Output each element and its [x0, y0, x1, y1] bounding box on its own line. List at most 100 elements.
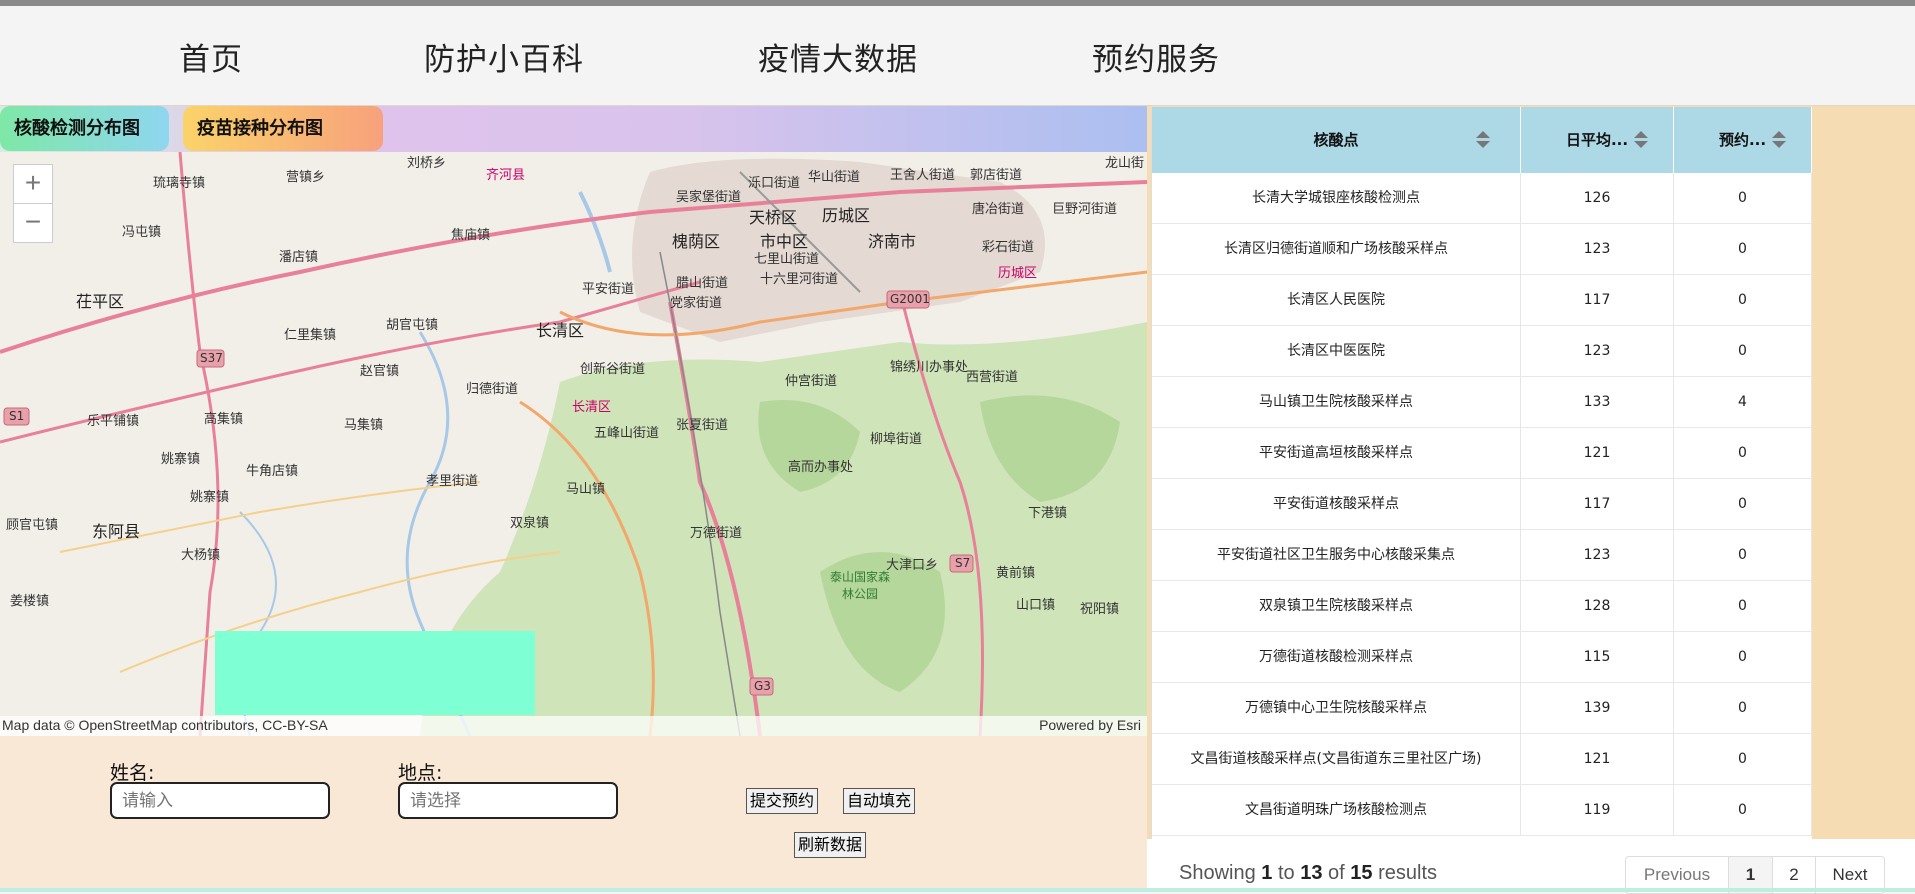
daily-average-cell: 128: [1521, 581, 1674, 632]
table-row[interactable]: 文昌街道核酸采样点(文昌街道东三里社区广场) 121 0: [1152, 734, 1812, 785]
table-row[interactable]: 万德镇中心卫生院核酸采样点 139 0: [1152, 683, 1812, 734]
table-row[interactable]: 平安街道核酸采样点 117 0: [1152, 479, 1812, 530]
map-label: 天桥区: [749, 208, 798, 227]
map-label: 泺口街道: [748, 176, 801, 191]
place-select[interactable]: [398, 782, 618, 819]
column-header-label: 日平均...: [1565, 131, 1629, 149]
map-label: 仲宫街道: [785, 374, 838, 389]
table-row[interactable]: 马山镇卫生院核酸采样点 133 4: [1152, 377, 1812, 428]
site-name-cell: 长清区人民医院: [1152, 275, 1521, 326]
map-label: 赵官镇: [360, 364, 400, 379]
daily-average-cell: 133: [1521, 377, 1674, 428]
map-label: 济南市: [868, 232, 917, 251]
zoom-out-button[interactable]: −: [13, 203, 53, 243]
table-row[interactable]: 长清区归德街道顺和广场核酸采样点 123 0: [1152, 224, 1812, 275]
submit-appointment-button[interactable]: 提交预约: [746, 788, 819, 814]
table-row[interactable]: 双泉镇卫生院核酸采样点 128 0: [1152, 581, 1812, 632]
table-row[interactable]: 文昌街道明珠广场核酸检测点 119 0: [1152, 785, 1812, 836]
place-label: 地点:: [398, 762, 443, 784]
name-input[interactable]: [110, 782, 330, 819]
map-label: 仁里集镇: [284, 328, 337, 343]
site-name-cell: 文昌街道明珠广场核酸检测点: [1152, 785, 1521, 836]
name-label: 姓名:: [110, 762, 155, 784]
map-label: 唐冶街道: [972, 202, 1025, 217]
map-label: 齐河县: [486, 168, 526, 183]
site-name-cell: 平安街道高垣核酸采样点: [1152, 428, 1521, 479]
column-header-site[interactable]: 核酸点: [1152, 107, 1521, 173]
table-row[interactable]: 长清区中医医院 123 0: [1152, 326, 1812, 377]
map-label: 西营街道: [966, 370, 1019, 385]
left-panel: 核酸检测分布图 疫苗接种分布图 + − 刘桥乡 齐河县 龙山街 琉璃寺镇 营镇乡…: [0, 106, 1147, 892]
map-label: 党家街道: [670, 296, 723, 311]
map-label: 双泉镇: [510, 516, 550, 531]
map-tab-strip: 核酸检测分布图 疫苗接种分布图: [0, 106, 1147, 152]
map-label: 姜楼镇: [10, 594, 50, 609]
nav-protection-wiki[interactable]: 防护小百科: [424, 34, 584, 79]
table-row[interactable]: 平安街道高垣核酸采样点 121 0: [1152, 428, 1812, 479]
map-label: 孝里街道: [426, 474, 479, 489]
tab-vaccine-map[interactable]: 疫苗接种分布图: [183, 106, 383, 151]
map-label: 长清区: [572, 400, 612, 415]
nav-appointment[interactable]: 预约服务: [1092, 34, 1220, 79]
map-label: 冯屯镇: [122, 225, 162, 240]
daily-average-cell: 115: [1521, 632, 1674, 683]
table-row[interactable]: 平安街道社区卫生服务中心核酸采集点 123 0: [1152, 530, 1812, 581]
daily-average-cell: 139: [1521, 683, 1674, 734]
map-label: 历城区: [822, 206, 871, 225]
reserved-count-cell: 0: [1674, 479, 1812, 530]
bottom-strip: [0, 888, 1915, 892]
map-label: G2001: [890, 292, 930, 306]
map-label: 龙山街: [1105, 156, 1145, 171]
map-label: 马集镇: [344, 418, 384, 433]
column-header-label: 核酸点: [1313, 131, 1359, 149]
map-label: 七里山街道: [754, 252, 820, 267]
daily-average-cell: 121: [1521, 428, 1674, 479]
table-row[interactable]: 万德街道核酸检测采样点 115 0: [1152, 632, 1812, 683]
map-label: 刘桥乡: [407, 156, 447, 171]
daily-average-cell: 126: [1521, 173, 1674, 224]
map-label: 平安街道: [582, 282, 635, 297]
nav-epidemic-data[interactable]: 疫情大数据: [758, 34, 918, 79]
column-header-reserved[interactable]: 预约...: [1674, 107, 1812, 173]
reserved-count-cell: 0: [1674, 632, 1812, 683]
table-footer: Showing 1 to 13 of 15 results Previous 1…: [1147, 839, 1915, 894]
column-header-daily-avg[interactable]: 日平均...: [1521, 107, 1674, 173]
map-base-layer: [0, 152, 1147, 736]
map-label: 顾官屯镇: [6, 518, 59, 533]
table-row[interactable]: 长清大学城银座核酸检测点 126 0: [1152, 173, 1812, 224]
refresh-data-button[interactable]: 刷新数据: [794, 832, 867, 858]
map-label: 巨野河街道: [1052, 202, 1118, 217]
map-label: 山口镇: [1016, 598, 1056, 613]
zoom-in-button[interactable]: +: [13, 164, 53, 204]
map-label: S37: [200, 351, 223, 365]
map-label: 十六里河街道: [760, 272, 839, 287]
site-name-cell: 马山镇卫生院核酸采样点: [1152, 377, 1521, 428]
daily-average-cell: 119: [1521, 785, 1674, 836]
map-label: 历城区: [998, 266, 1038, 281]
map-attribution: Map data © OpenStreetMap contributors, C…: [0, 716, 1147, 736]
map-label: 长清区: [536, 321, 585, 340]
reserved-count-cell: 0: [1674, 224, 1812, 275]
map-label: 五峰山街道: [594, 426, 660, 441]
tab-nucleic-test-map[interactable]: 核酸检测分布图: [0, 106, 169, 151]
site-name-cell: 长清区中医医院: [1152, 326, 1521, 377]
powered-by-text[interactable]: Powered by Esri: [1039, 717, 1141, 733]
table-row[interactable]: 长清区人民医院 117 0: [1152, 275, 1812, 326]
daily-average-cell: 123: [1521, 326, 1674, 377]
map-label: S7: [955, 556, 971, 570]
site-name-cell: 双泉镇卫生院核酸采样点: [1152, 581, 1521, 632]
map-label: 彩石街道: [982, 240, 1035, 255]
attribution-text[interactable]: Map data © OpenStreetMap contributors, C…: [2, 717, 328, 733]
map-label: 胡官屯镇: [386, 318, 439, 333]
reserved-count-cell: 0: [1674, 581, 1812, 632]
map-label: 华山街道: [808, 170, 861, 185]
map-label: S1: [9, 409, 25, 423]
autofill-button[interactable]: 自动填充: [843, 788, 916, 814]
map-label: 焦庙镇: [451, 228, 491, 243]
map-label: 郭店街道: [970, 168, 1023, 183]
nav-home[interactable]: 首页: [179, 34, 243, 79]
map-view[interactable]: + − 刘桥乡 齐河县 龙山街 琉璃寺镇 营镇乡 吴家堡街道 泺口街道 华山街道…: [0, 152, 1147, 736]
results-summary: Showing 1 to 13 of 15 results: [1179, 862, 1437, 884]
column-header-label: 预约...: [1718, 131, 1767, 149]
daily-average-cell: 117: [1521, 479, 1674, 530]
